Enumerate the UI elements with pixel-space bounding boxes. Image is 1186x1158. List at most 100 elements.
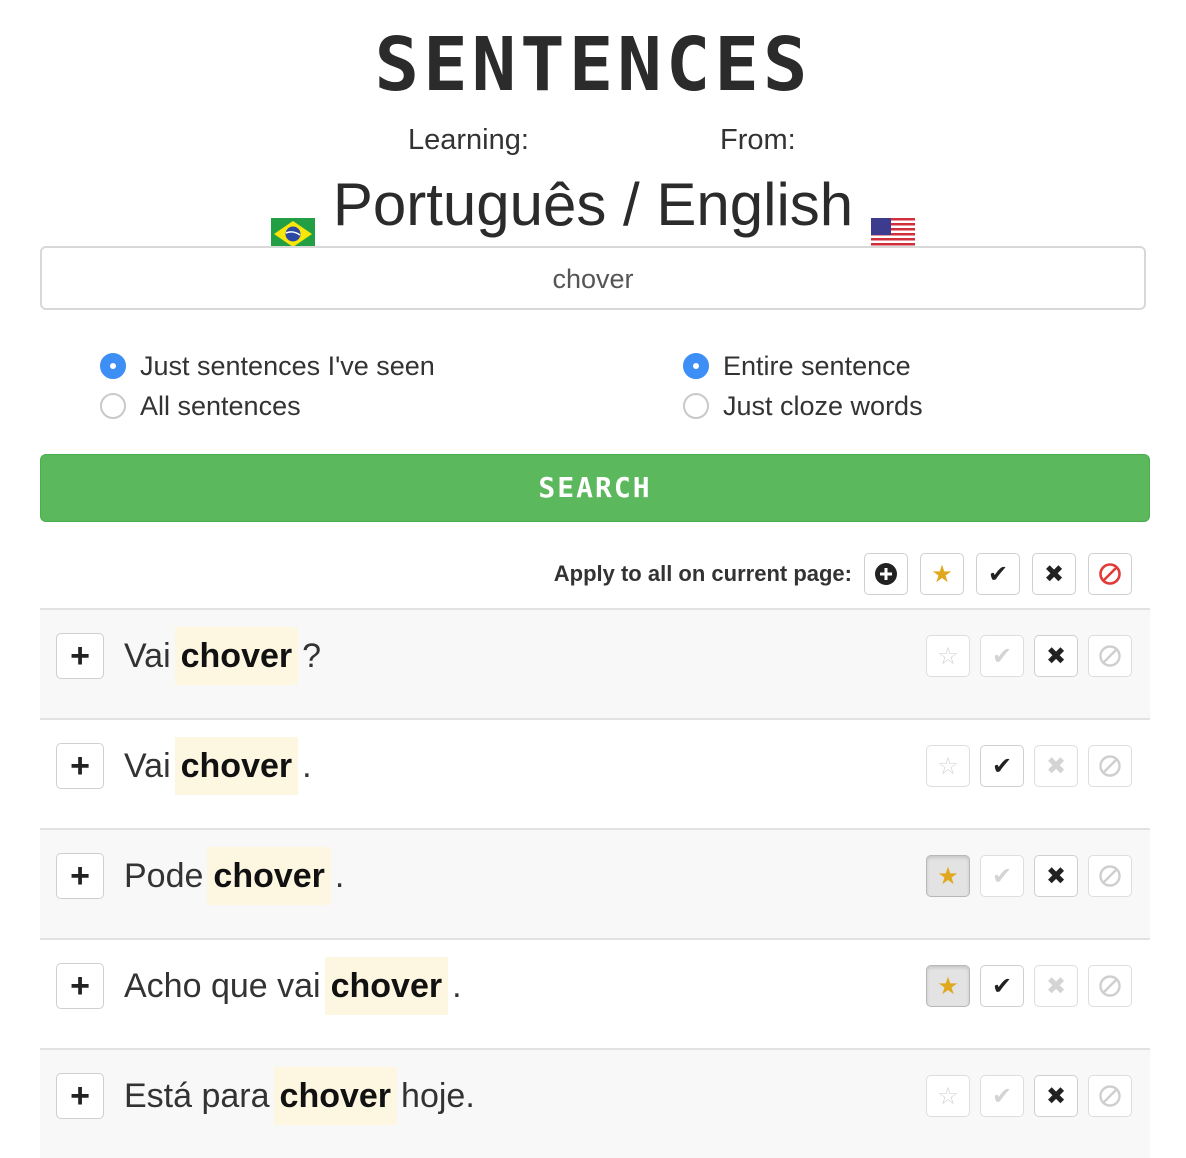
scope-radio-group: Just sentences I've seen All sentences [100, 346, 435, 426]
check-all-button[interactable]: ✔ [976, 553, 1020, 595]
check-icon: ✔ [987, 560, 1009, 588]
radio-label: Just sentences I've seen [140, 350, 435, 381]
ban-button[interactable] [1088, 855, 1132, 897]
row-actions: ★ ✔ ✖ [926, 855, 1132, 897]
star-outline-icon: ☆ [937, 752, 959, 780]
sentence-before: Está para [124, 1076, 270, 1115]
check-icon: ✔ [991, 862, 1013, 890]
sentence-text: Pode chover. [124, 846, 344, 906]
x-all-button[interactable]: ✖ [1032, 553, 1076, 595]
star-outline-icon: ☆ [937, 1082, 959, 1110]
star-button[interactable]: ★ [926, 855, 970, 897]
x-icon: ✖ [1045, 972, 1067, 1000]
cloze-word: chover [273, 1067, 398, 1125]
add-sentence-button[interactable]: + [56, 1073, 104, 1119]
add-sentence-button[interactable]: + [56, 963, 104, 1009]
sentence-after: . [302, 746, 312, 785]
x-icon: ✖ [1045, 642, 1067, 670]
learning-label: Learning: [408, 124, 529, 156]
ban-icon [1099, 645, 1121, 667]
check-icon: ✔ [991, 1082, 1013, 1110]
x-icon: ✖ [1045, 752, 1067, 780]
add-sentence-button[interactable]: + [56, 853, 104, 899]
language-pair-text: Português / English [332, 171, 854, 238]
star-button[interactable]: ☆ [926, 745, 970, 787]
radio-button[interactable] [100, 393, 126, 419]
x-button[interactable]: ✖ [1034, 635, 1078, 677]
row-actions: ★ ✔ ✖ [926, 965, 1132, 1007]
x-button[interactable]: ✖ [1034, 1075, 1078, 1117]
star-icon: ★ [937, 862, 959, 890]
check-button[interactable]: ✔ [980, 965, 1024, 1007]
sentence-row: + Pode chover. ★ ✔ ✖ [40, 828, 1150, 938]
x-icon: ✖ [1043, 560, 1065, 588]
sentence-text: Acho que vai chover. [124, 956, 462, 1016]
add-sentence-button[interactable]: + [56, 633, 104, 679]
star-button[interactable]: ☆ [926, 1075, 970, 1117]
brazil-flag-icon [270, 195, 315, 250]
from-label: From: [720, 124, 796, 156]
match-radio-group: Entire sentence Just cloze words [683, 346, 923, 426]
sentence-text: Vai chover. [124, 736, 312, 796]
radio-option-cloze[interactable]: Just cloze words [683, 386, 923, 426]
star-icon: ★ [937, 972, 959, 1000]
star-all-button[interactable]: ★ [920, 553, 964, 595]
x-button[interactable]: ✖ [1034, 745, 1078, 787]
sentence-row: + Vai chover? ☆ ✔ ✖ [40, 608, 1150, 718]
ban-button[interactable] [1088, 1075, 1132, 1117]
check-icon: ✔ [991, 972, 1013, 1000]
radio-label: Entire sentence [723, 350, 911, 381]
add-all-button[interactable] [864, 553, 908, 595]
radio-button[interactable] [100, 353, 126, 379]
radio-option-seen[interactable]: Just sentences I've seen [100, 346, 435, 386]
ban-button[interactable] [1088, 965, 1132, 1007]
cloze-word: chover [324, 957, 449, 1015]
star-outline-icon: ☆ [937, 642, 959, 670]
radio-button[interactable] [683, 353, 709, 379]
sentence-row: + Está para chover hoje. ☆ ✔ ✖ [40, 1048, 1150, 1158]
row-actions: ☆ ✔ ✖ [926, 1075, 1132, 1117]
cloze-word: chover [207, 847, 331, 905]
page-title: SENTENCES [374, 22, 812, 108]
search-input[interactable]: chover [40, 246, 1146, 310]
cloze-word: chover [174, 627, 299, 685]
x-button[interactable]: ✖ [1034, 855, 1078, 897]
add-sentence-button[interactable]: + [56, 743, 104, 789]
us-flag-icon [871, 195, 916, 250]
ban-icon [1099, 975, 1121, 997]
ban-button[interactable] [1088, 745, 1132, 787]
ban-all-button[interactable] [1088, 553, 1132, 595]
ban-button[interactable] [1088, 635, 1132, 677]
check-icon: ✔ [991, 752, 1013, 780]
check-button[interactable]: ✔ [980, 745, 1024, 787]
sentence-after: . [334, 856, 345, 895]
sentence-row: + Vai chover. ☆ ✔ ✖ [40, 718, 1150, 828]
radio-option-entire[interactable]: Entire sentence [683, 346, 923, 386]
sentence-list: + Vai chover? ☆ ✔ ✖ + Vai chover. ☆ ✔ ✖ + … [40, 608, 1150, 1158]
apply-all-label: Apply to all on current page: [553, 561, 852, 586]
sentence-before: Acho que vai [124, 966, 321, 1005]
radio-button[interactable] [683, 393, 709, 419]
star-button[interactable]: ★ [926, 965, 970, 1007]
search-button[interactable]: SEARCH [40, 454, 1150, 522]
ban-icon [1099, 755, 1121, 777]
sentence-text: Vai chover? [124, 626, 321, 686]
sentence-before: Pode [124, 856, 204, 895]
x-button[interactable]: ✖ [1034, 965, 1078, 1007]
radio-option-all[interactable]: All sentences [100, 386, 435, 426]
sentence-before: Vai [124, 746, 171, 785]
ban-icon [1099, 563, 1121, 585]
check-button[interactable]: ✔ [980, 635, 1024, 677]
sentence-row: + Acho que vai chover. ★ ✔ ✖ [40, 938, 1150, 1048]
ban-icon [1099, 865, 1121, 887]
check-icon: ✔ [991, 642, 1013, 670]
check-button[interactable]: ✔ [980, 1075, 1024, 1117]
sentence-text: Está para chover hoje. [124, 1066, 475, 1126]
star-button[interactable]: ☆ [926, 635, 970, 677]
language-pair-row[interactable]: Português / English [0, 170, 1186, 250]
x-icon: ✖ [1045, 1082, 1067, 1110]
sentence-before: Vai [124, 636, 171, 675]
cloze-word: chover [174, 737, 299, 795]
check-button[interactable]: ✔ [980, 855, 1024, 897]
sentence-after: hoje. [401, 1076, 475, 1115]
